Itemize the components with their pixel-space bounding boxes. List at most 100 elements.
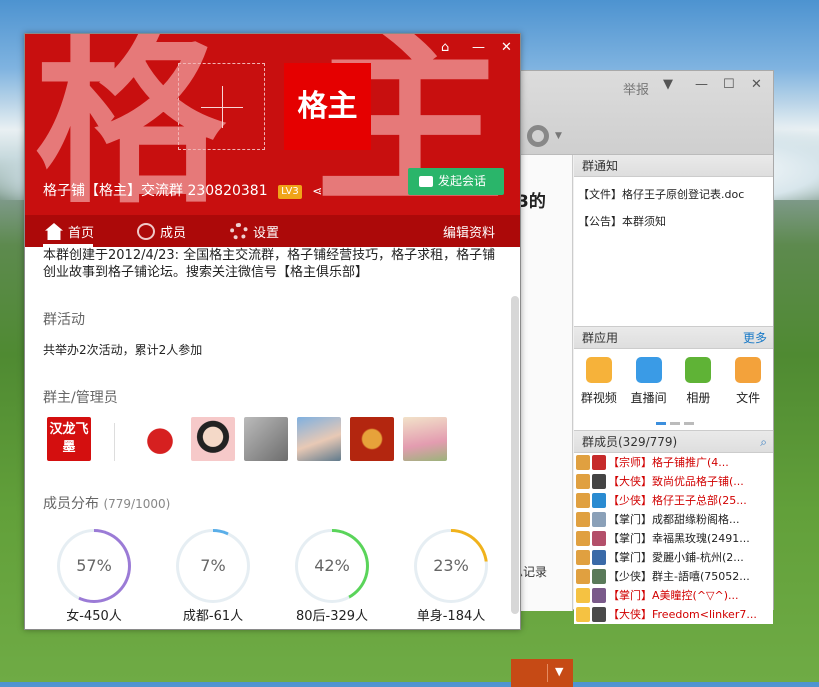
- tab-members[interactable]: 成员: [137, 222, 186, 241]
- folder-icon: [735, 357, 762, 383]
- app-album[interactable]: 相册: [675, 357, 721, 430]
- apps-pager[interactable]: [656, 422, 694, 425]
- minimize-icon[interactable]: —: [695, 77, 708, 92]
- send-button[interactable]: ▼: [511, 659, 573, 687]
- member-row[interactable]: 【大侠】致尚优品格子铺(...: [574, 472, 773, 491]
- skin-icon[interactable]: ⌂: [441, 40, 449, 55]
- member-row[interactable]: 【宗师】格子铺推广(4...: [574, 453, 773, 472]
- app-group-video[interactable]: 群视频: [576, 357, 622, 430]
- level-badge: LV3: [278, 185, 302, 199]
- admins-title: 群主/管理员: [43, 390, 118, 406]
- group-name-text: 格子铺【格主】交流群 230820381: [43, 183, 268, 199]
- admin-avatar[interactable]: [297, 417, 341, 461]
- app-label: 群视频: [580, 391, 617, 405]
- tab-label: 首页: [68, 226, 95, 241]
- member-row[interactable]: 【掌门】A美瞳控(^▽^)...: [574, 586, 773, 605]
- edit-profile-link[interactable]: 编辑资料: [443, 222, 495, 241]
- search-icon[interactable]: ⌕: [760, 431, 767, 453]
- member-row[interactable]: 【掌门】成都甜缘粉阁格...: [574, 510, 773, 529]
- group-name: 格子铺【格主】交流群 230820381 LV3 ⋖: [43, 180, 322, 200]
- stat-percent: 57%: [60, 532, 128, 600]
- members-header: 群成员(329/779) ⌕: [574, 431, 773, 453]
- app-files[interactable]: 文件: [725, 357, 771, 430]
- live-icon: [635, 357, 662, 383]
- more-apps-link[interactable]: 更多: [743, 327, 767, 349]
- chat-toolbar: 举报 ▼ — ☐ ✕ ▼: [511, 71, 773, 155]
- start-chat-button[interactable]: 发起会话: [408, 168, 504, 195]
- activity-text: 共举办2次活动，累计2人参加: [43, 343, 203, 357]
- divider: [114, 423, 115, 461]
- upload-avatar-button[interactable]: [178, 63, 265, 150]
- report-link[interactable]: 举报: [623, 79, 649, 98]
- close-icon[interactable]: ✕: [501, 40, 512, 55]
- notice-item[interactable]: 【公告】本群须知: [578, 208, 769, 235]
- stat-percent: 23%: [417, 532, 485, 600]
- chevron-down-icon[interactable]: ▼: [555, 131, 562, 141]
- tab-home[interactable]: 首页: [45, 222, 94, 241]
- admin-avatar[interactable]: [403, 417, 447, 461]
- notice-list: 【文件】格仔王子原创登记表.doc 【公告】本群须知: [574, 177, 773, 327]
- stat-percent: 42%: [298, 532, 366, 600]
- member-row[interactable]: 【少侠】格仔王子总部(25...: [574, 491, 773, 510]
- admin-avatar[interactable]: [138, 417, 182, 461]
- group-avatar: 格主: [284, 63, 371, 150]
- app-label: 相册: [686, 391, 711, 405]
- distribution-title-text: 成员分布: [43, 496, 99, 512]
- member-row[interactable]: 【少侠】群主-語嘻(75052...: [574, 567, 773, 586]
- distribution-count: (779/1000): [103, 497, 171, 511]
- group-chat-window: 举报 ▼ — ☐ ✕ ▼ 3的 息记录 ▼ 群通知 【文件】格仔王子原创登记表.…: [510, 70, 774, 687]
- member-name: 【掌门】A美瞳控(^▽^)...: [608, 589, 739, 602]
- distribution-title: 成员分布 (779/1000): [43, 493, 170, 513]
- divider: [547, 664, 548, 682]
- minimize-icon[interactable]: —: [472, 40, 485, 55]
- member-name: 【少侠】格仔王子总部(25...: [608, 494, 747, 507]
- group-profile-window: 格 主 ⌂ — ✕ 格主 格子铺【格主】交流群 230820381 LV3 ⋖ …: [24, 33, 521, 630]
- notice-header: 群通知: [574, 155, 773, 177]
- album-icon: [685, 357, 712, 383]
- admin-avatar[interactable]: [191, 417, 235, 461]
- member-list: 【宗师】格子铺推广(4... 【大侠】致尚优品格子铺(... 【少侠】格仔王子总…: [574, 453, 773, 624]
- stat-ring: 7%: [176, 529, 250, 603]
- member-name: 【大侠】致尚优品格子铺(...: [608, 475, 744, 488]
- scrollbar[interactable]: [511, 296, 519, 614]
- member-name: 【掌门】成都甜缘粉阁格...: [608, 513, 740, 526]
- admin-avatar[interactable]: [350, 417, 394, 461]
- stat-ring: 57%: [57, 529, 131, 603]
- start-chat-label: 发起会话: [438, 174, 487, 188]
- member-name: 【掌门】幸福黑玫瑰(2491...: [608, 532, 750, 545]
- members-title: 群成员(329/779): [582, 435, 678, 449]
- maximize-icon[interactable]: ☐: [723, 77, 735, 92]
- notice-item[interactable]: 【文件】格仔王子原创登记表.doc: [578, 181, 769, 208]
- profile-body: 本群创建于2012/4/23: 全国格主交流群，格子铺经营技巧，格子求租，格子铺…: [25, 247, 520, 629]
- side-panel: 群通知 【文件】格仔王子原创登记表.doc 【公告】本群须知 群应用 更多 群视…: [574, 155, 773, 624]
- gear-icon: [230, 223, 248, 240]
- member-name: 【大侠】Freedom<linker7...: [608, 608, 757, 621]
- apps-grid: 群视频 直播间 相册 文件: [574, 349, 773, 431]
- app-live-room[interactable]: 直播间: [626, 357, 672, 430]
- profile-header: 格 主 ⌂ — ✕ 格主 格子铺【格主】交流群 230820381 LV3 ⋖ …: [25, 34, 520, 247]
- stat-ring: 42%: [295, 529, 369, 603]
- stat-ring: 23%: [414, 529, 488, 603]
- chevron-down-icon[interactable]: ▼: [555, 665, 563, 678]
- chat-heading-fragment: 3的: [517, 192, 546, 212]
- admin-avatar[interactable]: [244, 417, 288, 461]
- chat-bubble-icon: [419, 176, 433, 187]
- close-icon[interactable]: ✕: [751, 77, 762, 92]
- stat-label: 单身-184人: [416, 609, 486, 624]
- group-intro: 本群创建于2012/4/23: 全国格主交流群，格子铺经营技巧，格子求租，格子铺…: [43, 248, 496, 280]
- stat-percent: 7%: [179, 532, 247, 600]
- dropdown-icon[interactable]: ▼: [663, 77, 673, 92]
- member-name: 【掌门】愛麗小鋪-杭州(2...: [608, 551, 744, 564]
- apps-header: 群应用 更多: [574, 327, 773, 349]
- apps-title: 群应用: [582, 331, 619, 345]
- member-row[interactable]: 【大侠】Freedom<linker7...: [574, 605, 773, 624]
- owner-avatar[interactable]: 汉龙飞墨: [47, 417, 91, 461]
- tab-settings[interactable]: 设置: [230, 222, 279, 241]
- gear-icon[interactable]: [527, 125, 549, 147]
- member-row[interactable]: 【掌门】愛麗小鋪-杭州(2...: [574, 548, 773, 567]
- stat-label: 80后-329人: [295, 609, 369, 624]
- member-row[interactable]: 【掌门】幸福黑玫瑰(2491...: [574, 529, 773, 548]
- share-icon[interactable]: ⋖: [312, 184, 322, 198]
- video-icon: [585, 357, 612, 383]
- tab-label: 设置: [253, 226, 280, 241]
